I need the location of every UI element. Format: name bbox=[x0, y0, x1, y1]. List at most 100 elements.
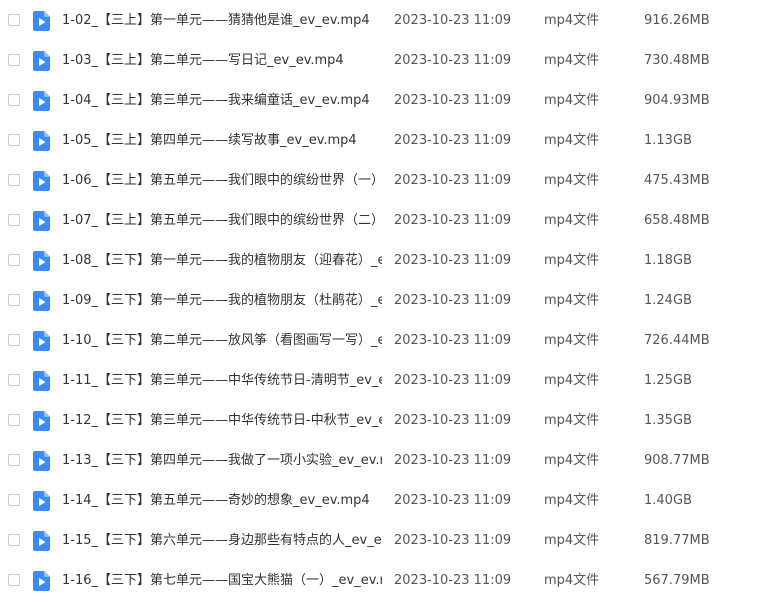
file-name[interactable]: 1-06_【三上】第五单元——我们眼中的缤纷世界（一）_... bbox=[62, 172, 382, 190]
row-checkbox[interactable] bbox=[8, 254, 20, 266]
video-file-icon bbox=[33, 211, 50, 231]
file-name[interactable]: 1-04_【三上】第三单元——我来编童话_ev_ev.mp4 bbox=[62, 92, 382, 110]
row-checkbox[interactable] bbox=[8, 14, 20, 26]
file-name[interactable]: 1-16_【三下】第七单元——国宝大熊猫（一）_ev_ev.mp4 bbox=[62, 572, 382, 590]
video-file-icon bbox=[33, 51, 50, 71]
file-type: mp4文件 bbox=[544, 453, 600, 468]
file-row[interactable]: 1-08_【三下】第一单元——我的植物朋友（迎春花）_ev... 2023-10… bbox=[0, 241, 779, 281]
file-type: mp4文件 bbox=[544, 53, 600, 68]
file-type: mp4文件 bbox=[544, 373, 600, 388]
row-checkbox[interactable] bbox=[8, 334, 20, 346]
video-file-icon bbox=[33, 131, 50, 151]
file-name[interactable]: 1-09_【三下】第一单元——我的植物朋友（杜鹃花）_ev... bbox=[62, 292, 382, 310]
video-file-icon bbox=[33, 491, 50, 511]
row-checkbox[interactable] bbox=[8, 454, 20, 466]
file-row[interactable]: 1-14_【三下】第五单元——奇妙的想象_ev_ev.mp4 2023-10-2… bbox=[0, 481, 779, 521]
modified-date: 2023-10-23 11:09 bbox=[394, 213, 512, 228]
file-name[interactable]: 1-11_【三下】第三单元——中华传统节日-清明节_ev_ev.... bbox=[62, 372, 382, 390]
row-checkbox[interactable] bbox=[8, 294, 20, 306]
modified-date: 2023-10-23 11:09 bbox=[394, 333, 512, 348]
file-type: mp4文件 bbox=[544, 333, 600, 348]
video-file-icon bbox=[33, 171, 50, 191]
file-row[interactable]: 1-06_【三上】第五单元——我们眼中的缤纷世界（一）_... 2023-10-… bbox=[0, 161, 779, 201]
video-file-icon bbox=[33, 531, 50, 551]
file-size: 658.48MB bbox=[644, 213, 710, 228]
file-size: 1.24GB bbox=[644, 293, 692, 308]
modified-date: 2023-10-23 11:09 bbox=[394, 293, 512, 308]
file-type: mp4文件 bbox=[544, 173, 600, 188]
video-file-icon bbox=[33, 91, 50, 111]
video-file-icon bbox=[33, 371, 50, 391]
row-checkbox[interactable] bbox=[8, 534, 20, 546]
video-file-icon bbox=[33, 451, 50, 471]
file-row[interactable]: 1-02_【三上】第一单元——猜猜他是谁_ev_ev.mp4 2023-10-2… bbox=[0, 1, 779, 41]
row-checkbox[interactable] bbox=[8, 94, 20, 106]
video-file-icon bbox=[33, 411, 50, 431]
modified-date: 2023-10-23 11:09 bbox=[394, 413, 512, 428]
file-name[interactable]: 1-13_【三下】第四单元——我做了一项小实验_ev_ev.mp4 bbox=[62, 452, 382, 470]
file-row[interactable]: 1-11_【三下】第三单元——中华传统节日-清明节_ev_ev.... 2023… bbox=[0, 361, 779, 401]
file-name[interactable]: 1-07_【三上】第五单元——我们眼中的缤纷世界（二）_... bbox=[62, 212, 382, 230]
file-type: mp4文件 bbox=[544, 213, 600, 228]
file-row[interactable]: 1-05_【三上】第四单元——续写故事_ev_ev.mp4 2023-10-23… bbox=[0, 121, 779, 161]
file-size: 819.77MB bbox=[644, 533, 710, 548]
video-file-icon bbox=[33, 331, 50, 351]
modified-date: 2023-10-23 11:09 bbox=[394, 93, 512, 108]
modified-date: 2023-10-23 11:09 bbox=[394, 133, 512, 148]
file-row[interactable]: 1-04_【三上】第三单元——我来编童话_ev_ev.mp4 2023-10-2… bbox=[0, 81, 779, 121]
file-row[interactable]: 1-09_【三下】第一单元——我的植物朋友（杜鹃花）_ev... 2023-10… bbox=[0, 281, 779, 321]
file-size: 567.79MB bbox=[644, 573, 710, 588]
file-row[interactable]: 1-10_【三下】第二单元——放风筝（看图画写一写）_ev... 2023-10… bbox=[0, 321, 779, 361]
file-name[interactable]: 1-12_【三下】第三单元——中华传统节日-中秋节_ev_ev.... bbox=[62, 412, 382, 430]
modified-date: 2023-10-23 11:09 bbox=[394, 53, 512, 68]
row-checkbox[interactable] bbox=[8, 134, 20, 146]
row-checkbox[interactable] bbox=[8, 574, 20, 586]
file-type: mp4文件 bbox=[544, 93, 600, 108]
file-size: 1.13GB bbox=[644, 133, 692, 148]
row-checkbox[interactable] bbox=[8, 494, 20, 506]
modified-date: 2023-10-23 11:09 bbox=[394, 13, 512, 28]
file-size: 1.25GB bbox=[644, 373, 692, 388]
file-name[interactable]: 1-14_【三下】第五单元——奇妙的想象_ev_ev.mp4 bbox=[62, 492, 382, 510]
video-file-icon bbox=[33, 291, 50, 311]
modified-date: 2023-10-23 11:09 bbox=[394, 533, 512, 548]
file-type: mp4文件 bbox=[544, 253, 600, 268]
file-size: 475.43MB bbox=[644, 173, 710, 188]
file-list: 1-02_【三上】第一单元——猜猜他是谁_ev_ev.mp4 2023-10-2… bbox=[0, 0, 779, 602]
file-size: 904.93MB bbox=[644, 93, 710, 108]
row-checkbox[interactable] bbox=[8, 174, 20, 186]
file-size: 916.26MB bbox=[644, 13, 710, 28]
file-size: 1.18GB bbox=[644, 253, 692, 268]
file-type: mp4文件 bbox=[544, 493, 600, 508]
modified-date: 2023-10-23 11:09 bbox=[394, 173, 512, 188]
file-name[interactable]: 1-15_【三下】第六单元——身边那些有特点的人_ev_ev.... bbox=[62, 532, 382, 550]
row-checkbox[interactable] bbox=[8, 54, 20, 66]
file-name[interactable]: 1-10_【三下】第二单元——放风筝（看图画写一写）_ev... bbox=[62, 332, 382, 350]
file-name[interactable]: 1-05_【三上】第四单元——续写故事_ev_ev.mp4 bbox=[62, 132, 382, 150]
row-checkbox[interactable] bbox=[8, 414, 20, 426]
file-row[interactable]: 1-03_【三上】第二单元——写日记_ev_ev.mp4 2023-10-23 … bbox=[0, 41, 779, 81]
file-type: mp4文件 bbox=[544, 413, 600, 428]
file-row[interactable]: 1-13_【三下】第四单元——我做了一项小实验_ev_ev.mp4 2023-1… bbox=[0, 441, 779, 481]
video-file-icon bbox=[33, 251, 50, 271]
file-size: 726.44MB bbox=[644, 333, 710, 348]
file-type: mp4文件 bbox=[544, 133, 600, 148]
file-name[interactable]: 1-02_【三上】第一单元——猜猜他是谁_ev_ev.mp4 bbox=[62, 12, 382, 30]
file-size: 730.48MB bbox=[644, 53, 710, 68]
file-row[interactable]: 1-16_【三下】第七单元——国宝大熊猫（一）_ev_ev.mp4 2023-1… bbox=[0, 561, 779, 601]
modified-date: 2023-10-23 11:09 bbox=[394, 573, 512, 588]
row-checkbox[interactable] bbox=[8, 374, 20, 386]
modified-date: 2023-10-23 11:09 bbox=[394, 493, 512, 508]
modified-date: 2023-10-23 11:09 bbox=[394, 373, 512, 388]
file-size: 1.35GB bbox=[644, 413, 692, 428]
file-row[interactable]: 1-12_【三下】第三单元——中华传统节日-中秋节_ev_ev.... 2023… bbox=[0, 401, 779, 441]
file-name[interactable]: 1-03_【三上】第二单元——写日记_ev_ev.mp4 bbox=[62, 52, 382, 70]
file-row[interactable]: 1-15_【三下】第六单元——身边那些有特点的人_ev_ev.... 2023-… bbox=[0, 521, 779, 561]
row-checkbox[interactable] bbox=[8, 214, 20, 226]
modified-date: 2023-10-23 11:09 bbox=[394, 453, 512, 468]
file-row[interactable]: 1-07_【三上】第五单元——我们眼中的缤纷世界（二）_... 2023-10-… bbox=[0, 201, 779, 241]
file-name[interactable]: 1-08_【三下】第一单元——我的植物朋友（迎春花）_ev... bbox=[62, 252, 382, 270]
video-file-icon bbox=[33, 571, 50, 591]
file-type: mp4文件 bbox=[544, 13, 600, 28]
file-size: 1.40GB bbox=[644, 493, 692, 508]
